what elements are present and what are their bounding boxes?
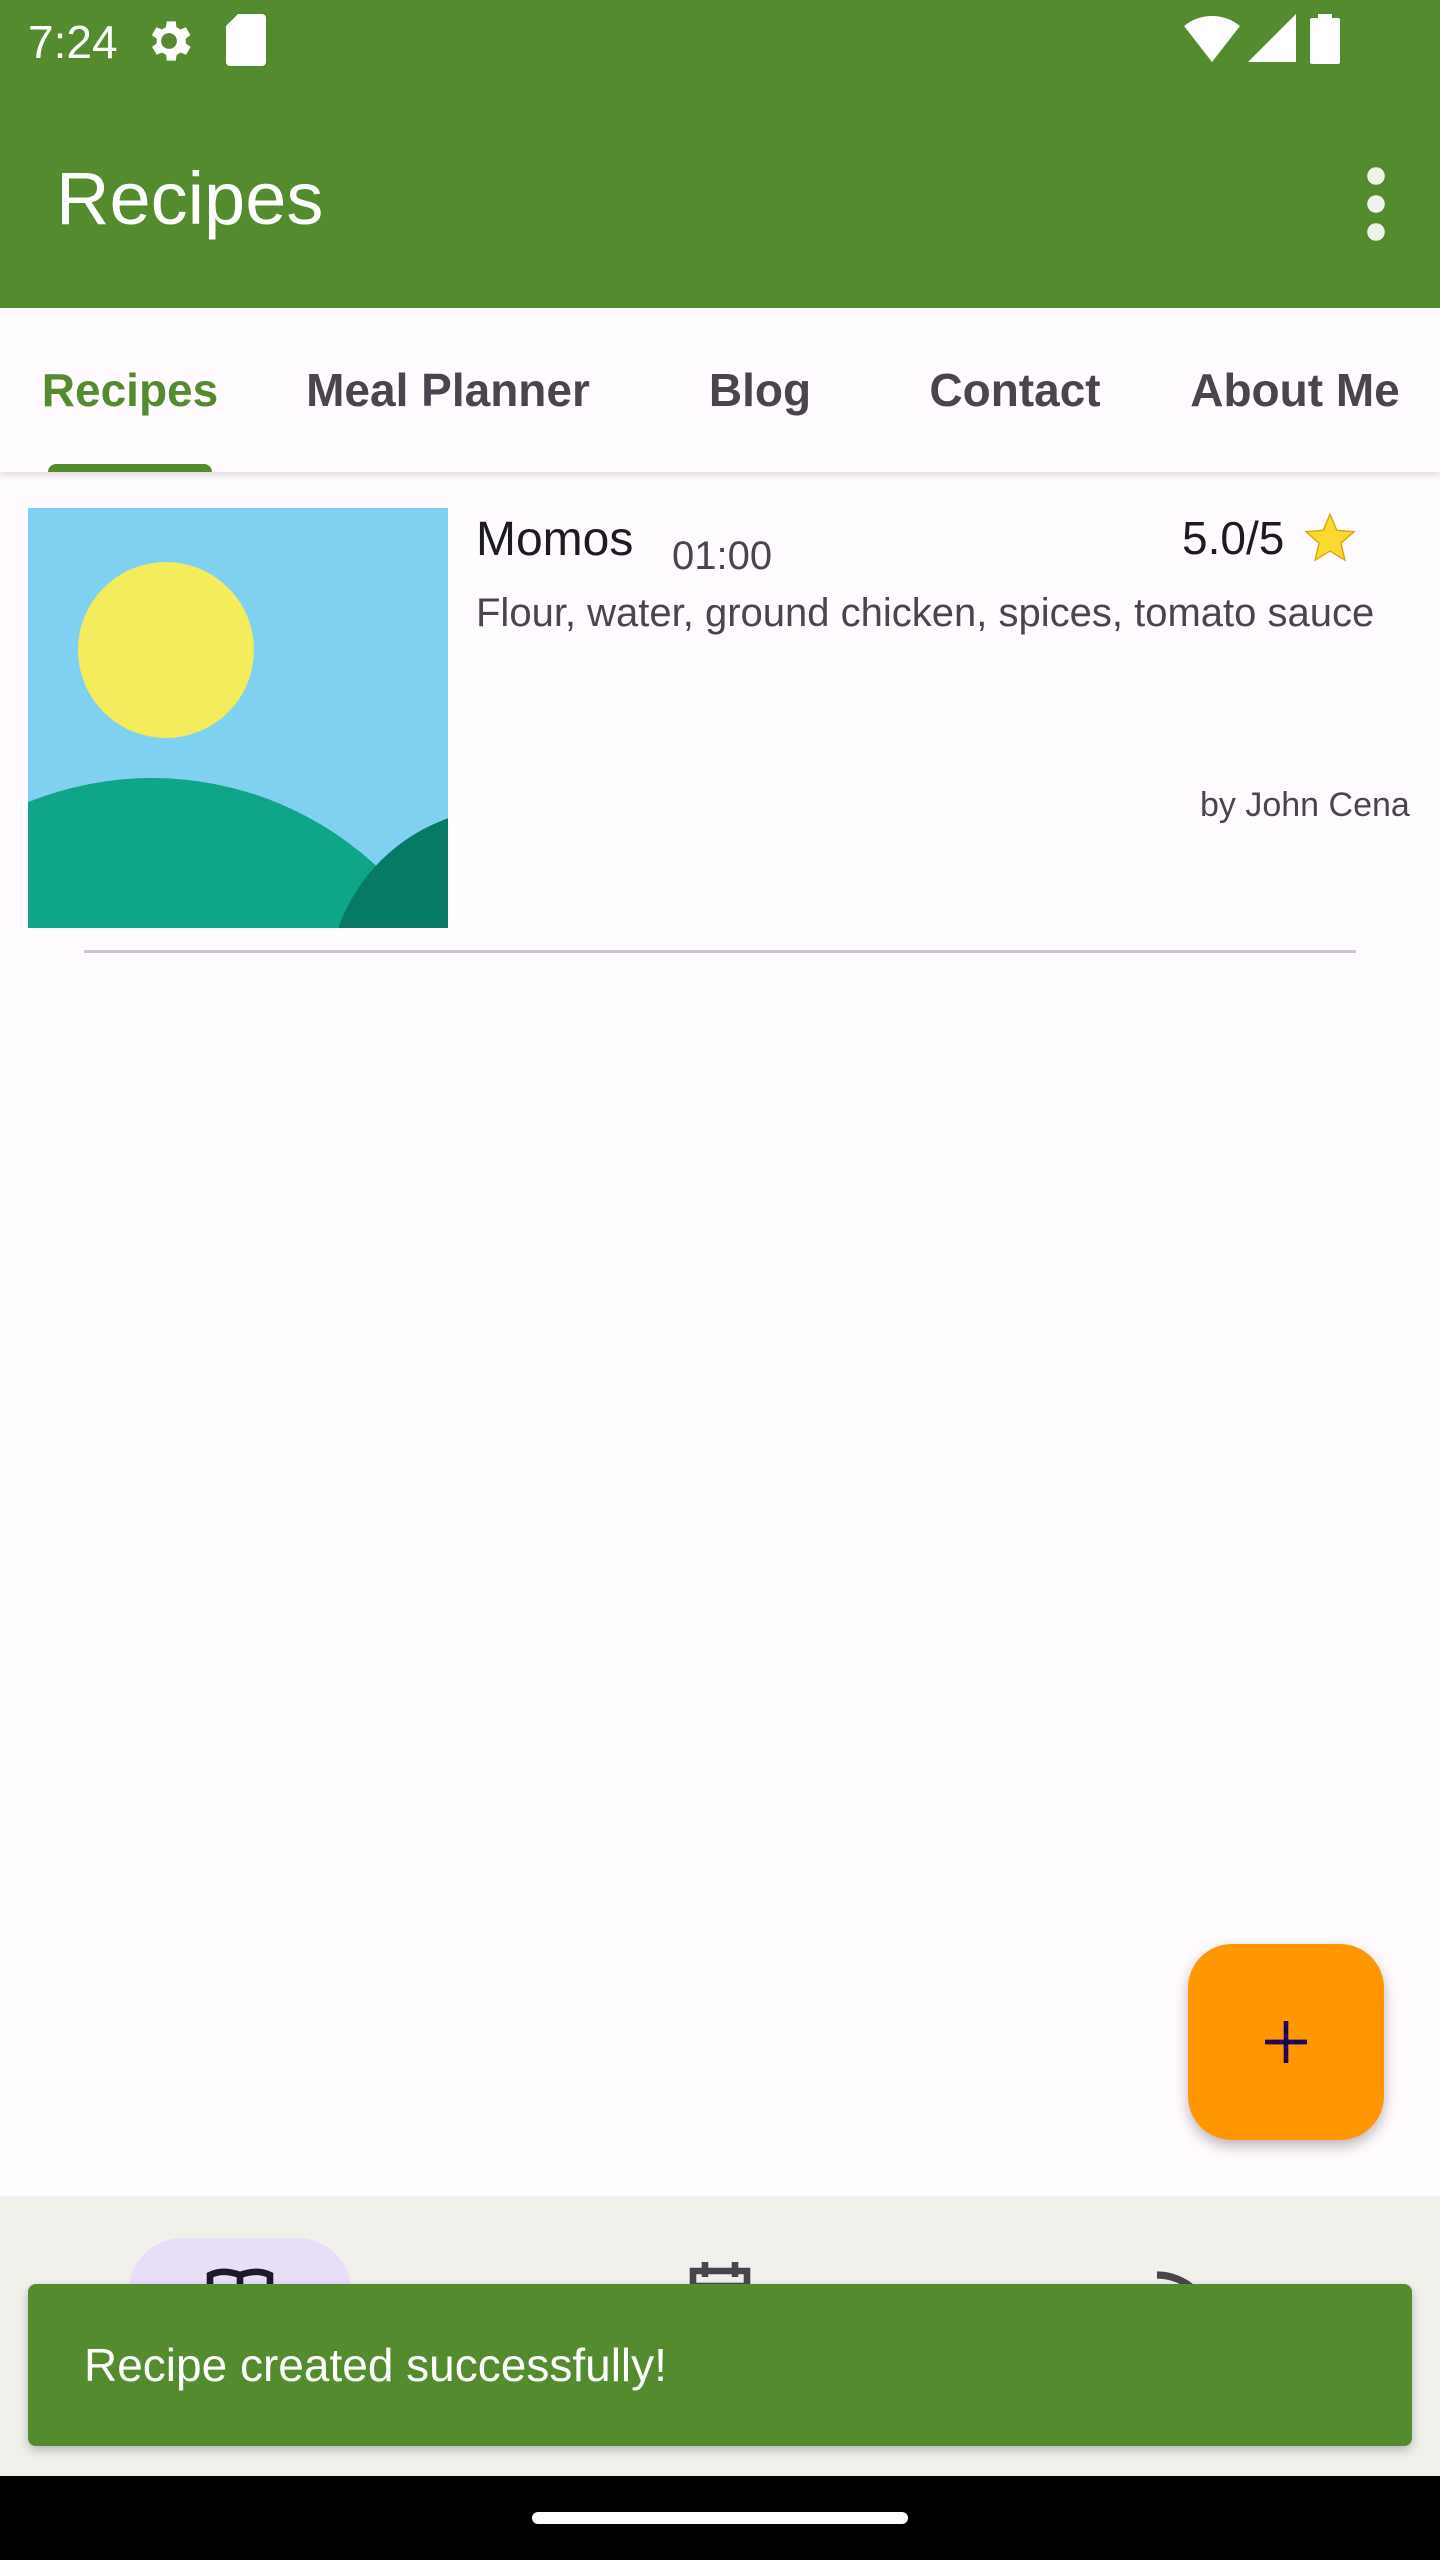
recipe-ingredients: Flour, water, ground chicken, spices, to…	[476, 591, 1375, 635]
star-icon	[1304, 512, 1356, 562]
active-tab-indicator	[48, 464, 212, 472]
wifi-icon	[1184, 16, 1240, 62]
system-navigation-bar	[0, 2476, 1440, 2560]
add-icon	[1265, 2021, 1307, 2063]
recipe-image-placeholder	[28, 508, 448, 928]
cellular-signal-icon	[1248, 14, 1296, 62]
tab-blog[interactable]: Blog	[660, 308, 860, 472]
recipe-name: Momos	[476, 513, 634, 566]
tab-bar: Recipes Meal Planner Blog Contact About …	[0, 308, 1440, 472]
overflow-menu-button[interactable]	[1352, 164, 1400, 244]
tab-contact[interactable]: Contact	[900, 308, 1130, 472]
tab-label: Meal Planner	[306, 364, 590, 416]
tab-label: Recipes	[41, 364, 219, 416]
tab-label: Contact	[929, 364, 1101, 416]
recipe-time: 01:00	[672, 534, 773, 578]
app-bar: Recipes	[0, 84, 1440, 308]
recipe-author: by John Cena	[1200, 786, 1410, 824]
tab-label: About Me	[1190, 364, 1400, 416]
list-divider	[84, 950, 1356, 953]
sd-card-icon	[226, 14, 266, 66]
image-placeholder-icon	[28, 508, 448, 928]
status-time: 7:24	[28, 16, 118, 68]
settings-gear-icon	[151, 21, 191, 61]
tab-about-me[interactable]: About Me	[1160, 308, 1430, 472]
snackbar: Recipe created successfully!	[28, 2284, 1412, 2446]
add-recipe-button[interactable]	[1188, 1944, 1384, 2140]
more-vert-icon	[1367, 167, 1385, 241]
tab-recipes[interactable]: Recipes	[0, 308, 260, 472]
home-gesture-handle[interactable]	[532, 2512, 908, 2524]
recipe-rating: 5.0/5	[1182, 512, 1285, 564]
battery-icon	[1310, 14, 1340, 64]
tab-label: Blog	[708, 364, 812, 416]
status-bar: 7:24	[0, 0, 1440, 84]
recipe-card[interactable]: Momos 01:00 5.0/5 Flour, water, ground c…	[28, 490, 1410, 952]
app-title: Recipes	[56, 157, 324, 240]
tab-meal-planner[interactable]: Meal Planner	[270, 308, 626, 472]
snackbar-message: Recipe created successfully!	[84, 2339, 667, 2391]
